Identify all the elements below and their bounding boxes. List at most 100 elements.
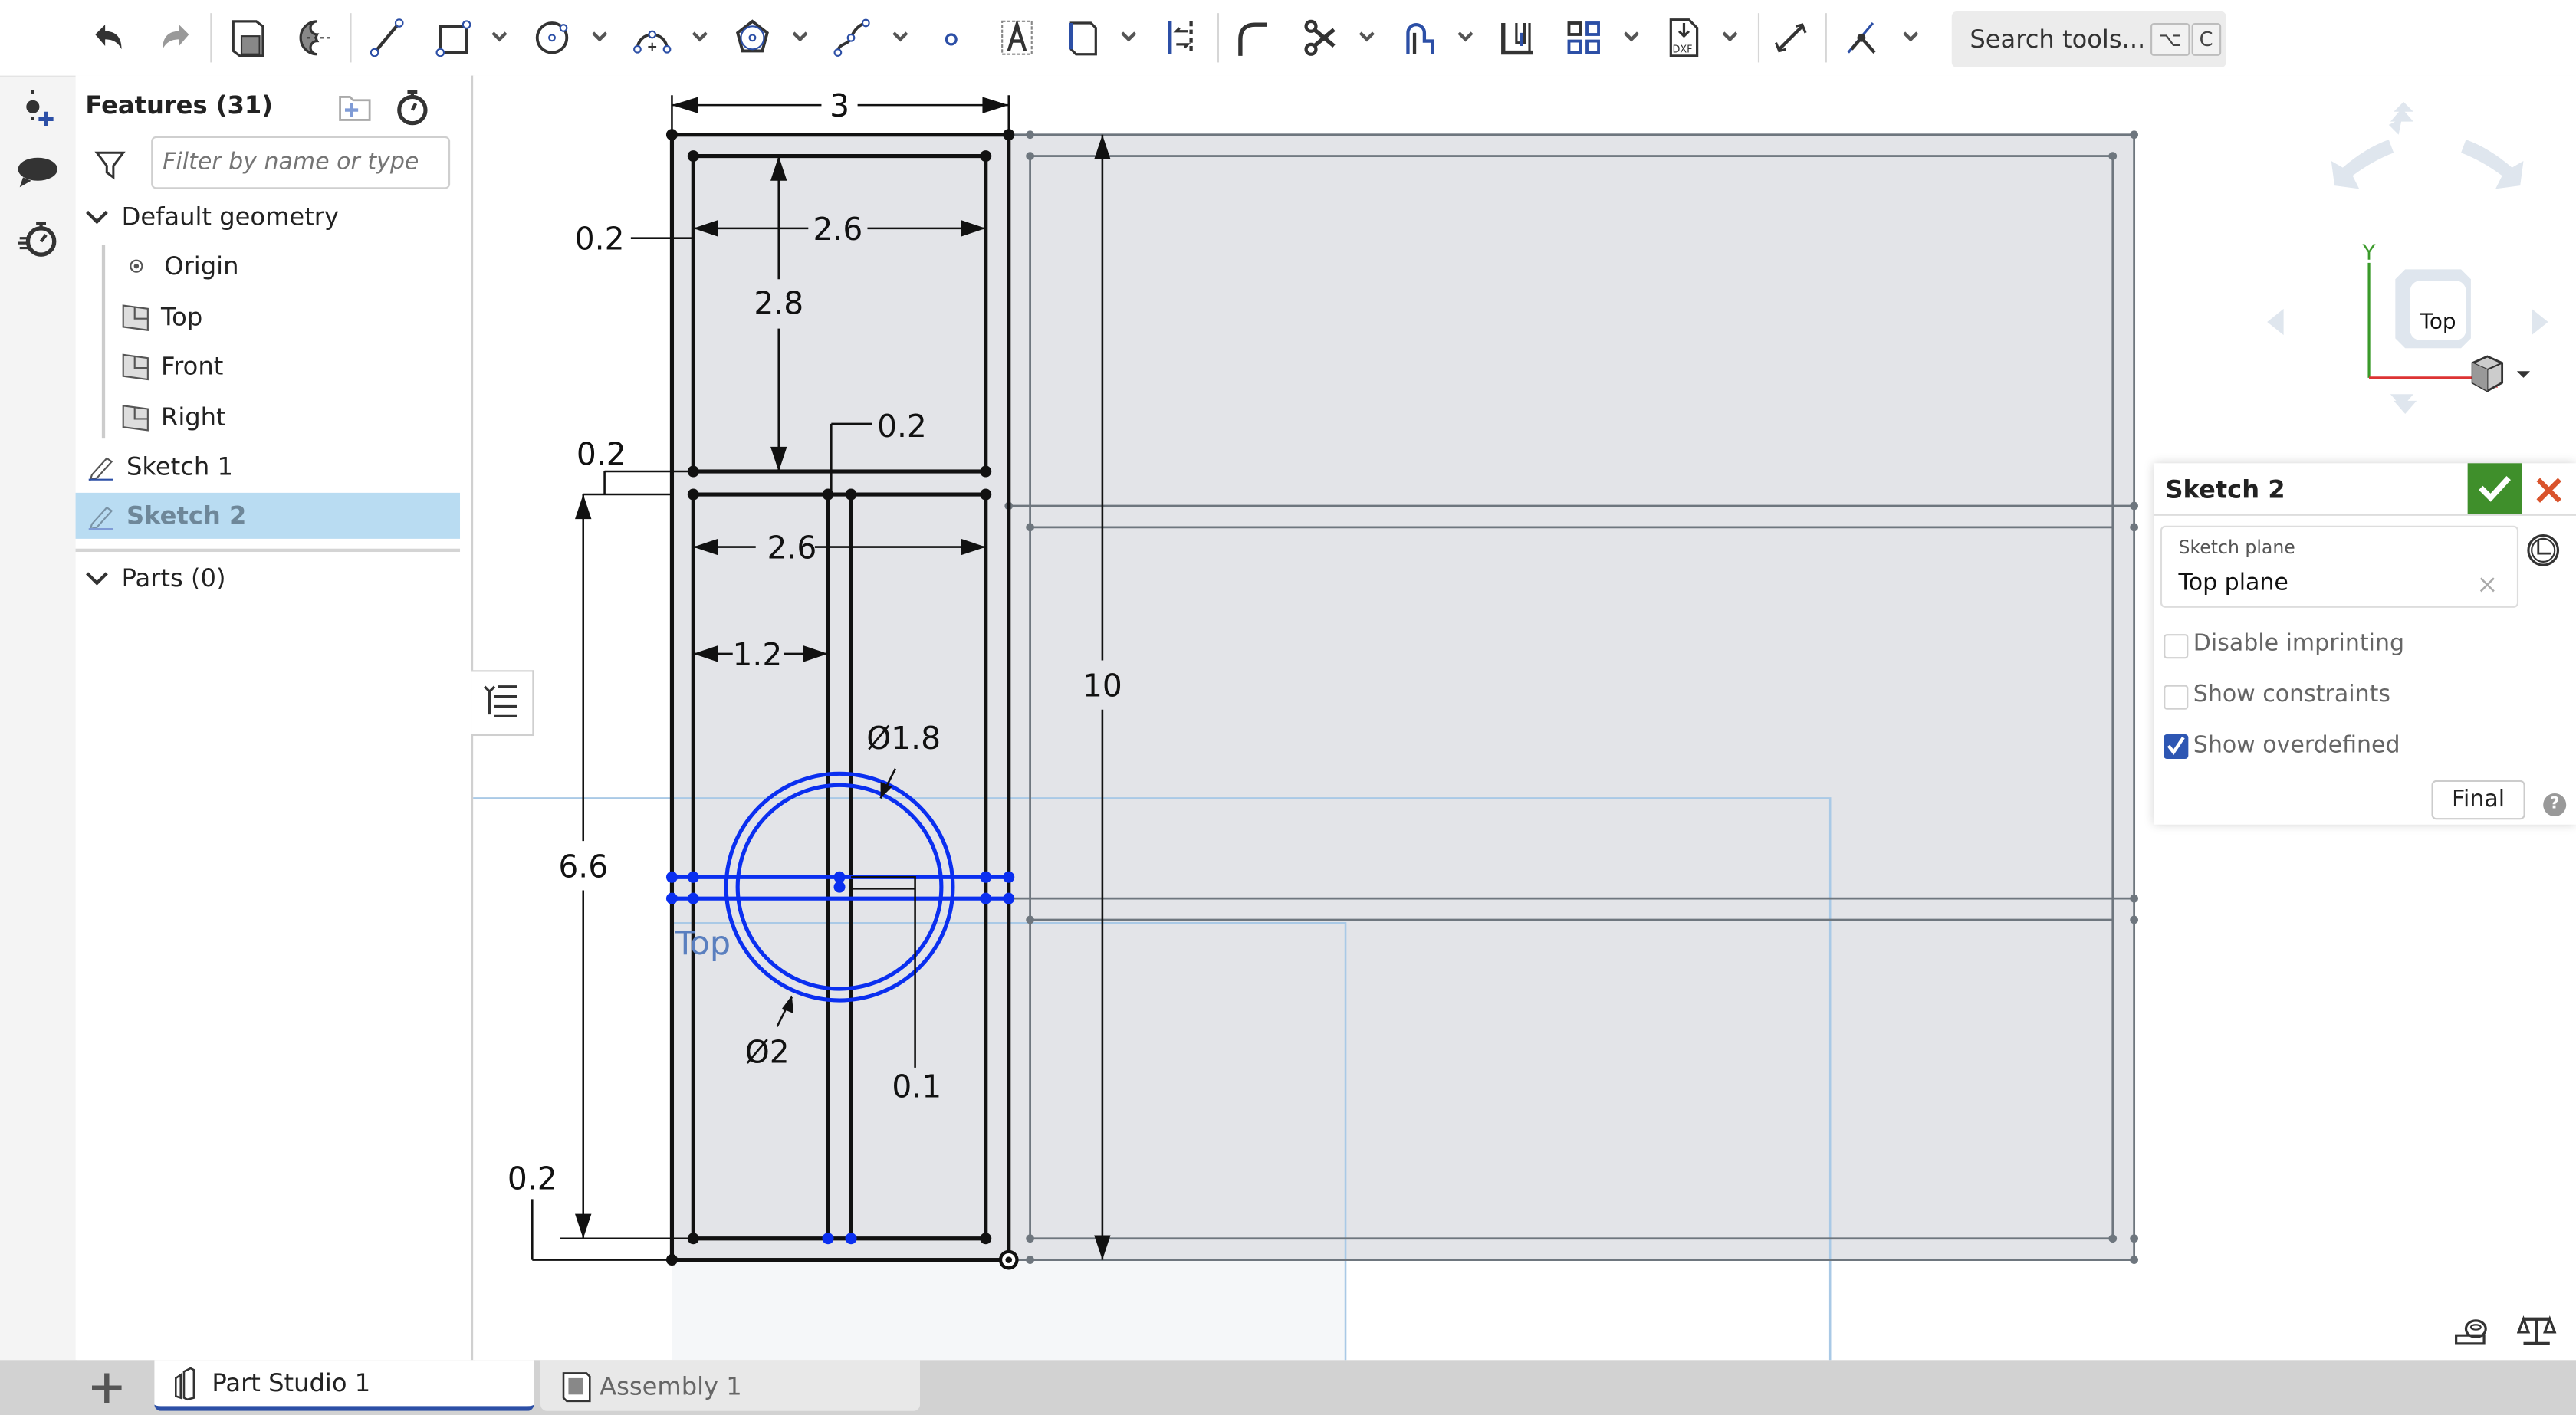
insert-mate-connector-button[interactable] bbox=[13, 85, 62, 134]
history-icon[interactable] bbox=[2525, 532, 2561, 568]
dialog-divider bbox=[2154, 514, 2576, 516]
rectangle-tool-button[interactable] bbox=[430, 13, 476, 62]
chevron-down-icon[interactable] bbox=[85, 570, 108, 586]
default-geometry-group[interactable]: Default geometry bbox=[76, 194, 460, 240]
rollback-timer-button[interactable] bbox=[13, 214, 62, 263]
filter-button[interactable] bbox=[94, 148, 127, 181]
construction-tool-button[interactable] bbox=[1060, 13, 1106, 62]
default-geometry-label: Default geometry bbox=[121, 202, 340, 232]
toolbar-divider bbox=[1825, 13, 1827, 63]
mirror-icon bbox=[1168, 21, 1193, 54]
part-studio-button[interactable] bbox=[225, 13, 271, 62]
mass-properties-button[interactable] bbox=[2516, 1312, 2557, 1348]
arc-tool-button[interactable] bbox=[629, 13, 675, 62]
tree-item-sketch-1[interactable]: Sketch 1 bbox=[76, 444, 460, 490]
chevron-down-icon[interactable] bbox=[1357, 26, 1377, 46]
parts-group[interactable]: Parts (0) bbox=[76, 555, 460, 601]
tab-label: Part Studio 1 bbox=[212, 1368, 371, 1398]
rotate-down-arrow[interactable] bbox=[2394, 400, 2417, 415]
feature-panel-toggle[interactable] bbox=[472, 670, 534, 737]
redo-button[interactable] bbox=[153, 13, 199, 62]
dim-outer-width[interactable]: 3 bbox=[830, 87, 849, 124]
chevron-down-icon[interactable] bbox=[1901, 26, 1921, 46]
mate-connector-add-icon bbox=[26, 90, 54, 127]
accept-button[interactable] bbox=[2467, 463, 2522, 514]
cancel-button[interactable] bbox=[2528, 467, 2571, 513]
comments-button[interactable] bbox=[13, 148, 62, 197]
chevron-down-icon[interactable] bbox=[490, 26, 510, 46]
dim-inner-height-top[interactable]: 2.8 bbox=[754, 284, 803, 321]
tree-item-top-plane[interactable]: Top bbox=[76, 294, 460, 340]
chevron-down-icon[interactable] bbox=[1622, 26, 1641, 46]
use-tool-button[interactable] bbox=[1495, 13, 1541, 62]
chevron-down-icon[interactable] bbox=[1119, 26, 1138, 46]
chevron-down-icon[interactable] bbox=[1456, 26, 1476, 46]
dim-inner-width-mid[interactable]: 2.6 bbox=[767, 530, 817, 566]
dim-gap-mid[interactable]: 0.2 bbox=[577, 435, 626, 472]
origin-marker[interactable] bbox=[998, 1249, 1019, 1270]
show-constraints-checkbox[interactable] bbox=[2164, 685, 2189, 710]
chevron-down-icon[interactable] bbox=[790, 26, 810, 46]
undo-button[interactable] bbox=[85, 13, 131, 62]
dim-inner-diameter[interactable]: Ø1.8 bbox=[866, 720, 941, 757]
fillet-tool-button[interactable] bbox=[1230, 13, 1276, 62]
shortcut-key-option: ⌥ bbox=[2150, 23, 2190, 56]
dim-outer-diameter[interactable]: Ø2 bbox=[745, 1033, 790, 1070]
dim-wall-left[interactable]: 0.2 bbox=[575, 221, 625, 258]
dim-overall-height[interactable]: 10 bbox=[1083, 668, 1122, 704]
measure-button[interactable] bbox=[2451, 1315, 2490, 1348]
add-folder-button[interactable] bbox=[335, 89, 374, 125]
dim-line-offset[interactable]: 0.1 bbox=[892, 1068, 941, 1105]
clear-field-icon[interactable] bbox=[2479, 576, 2496, 593]
tree-item-front-plane[interactable]: Front bbox=[76, 343, 460, 389]
sketch-region-fill bbox=[672, 134, 1009, 1260]
line-tool-button[interactable] bbox=[365, 13, 411, 62]
chevron-down-icon[interactable] bbox=[590, 26, 610, 46]
toolbar-divider bbox=[1217, 13, 1220, 63]
trim-tool-button[interactable] bbox=[1296, 13, 1342, 62]
tab-part-studio-1[interactable]: Part Studio 1 bbox=[154, 1360, 534, 1411]
tab-assembly-1[interactable]: Assembly 1 bbox=[540, 1360, 921, 1411]
dim-bottom-wall[interactable]: 0.2 bbox=[508, 1160, 557, 1197]
view-options-dropdown[interactable] bbox=[2468, 355, 2534, 394]
toolbar-divider bbox=[210, 13, 212, 63]
circle-tool-button[interactable] bbox=[529, 13, 575, 62]
offset-tool-button[interactable] bbox=[1396, 13, 1442, 62]
dimension-tool-button[interactable] bbox=[1768, 13, 1814, 62]
revolve-button[interactable] bbox=[291, 13, 337, 62]
text-tool-button[interactable] bbox=[994, 13, 1040, 62]
tree-item-label: Right bbox=[161, 402, 226, 432]
dim-slot-offset[interactable]: 1.2 bbox=[733, 636, 783, 673]
polygon-tool-button[interactable] bbox=[729, 13, 775, 62]
tree-item-sketch-2[interactable]: Sketch 2 bbox=[75, 492, 461, 539]
tree-item-right-plane[interactable]: Right bbox=[76, 394, 460, 440]
dim-slot-width[interactable]: 0.2 bbox=[877, 408, 927, 445]
dim-lower-height[interactable]: 6.6 bbox=[558, 848, 608, 885]
add-tab-button[interactable] bbox=[89, 1370, 125, 1406]
pattern-tool-button[interactable] bbox=[1561, 13, 1607, 62]
point-tool-button[interactable] bbox=[928, 13, 974, 62]
filter-input[interactable] bbox=[151, 136, 451, 189]
tree-item-origin[interactable]: Origin bbox=[76, 243, 460, 289]
chevron-down-icon[interactable] bbox=[890, 26, 910, 46]
sketch-plane-field[interactable]: Sketch plane Top plane bbox=[2160, 525, 2519, 608]
sketch-icon bbox=[88, 506, 113, 530]
spline-tool-button[interactable] bbox=[830, 13, 876, 62]
chevron-down-icon[interactable] bbox=[85, 208, 108, 225]
constraint-tool-button[interactable] bbox=[1838, 13, 1884, 62]
sketch-dialog: Sketch 2 Sketch plane Top plane Disable … bbox=[2154, 463, 2576, 825]
mirror-tool-button[interactable] bbox=[1158, 13, 1204, 62]
dim-inner-width-top[interactable]: 2.6 bbox=[813, 211, 863, 248]
disable-imprinting-checkbox[interactable] bbox=[2164, 634, 2189, 659]
search-tools-button[interactable]: Search tools... ⌥ C bbox=[1951, 11, 2226, 67]
undo-icon bbox=[95, 25, 122, 50]
tape-measure-icon bbox=[2455, 1319, 2487, 1345]
help-icon[interactable]: ? bbox=[2543, 793, 2567, 817]
rollback-button[interactable] bbox=[393, 87, 432, 126]
show-overdefined-checkbox[interactable] bbox=[2164, 734, 2189, 760]
final-button[interactable]: Final bbox=[2431, 780, 2525, 820]
toolbar-divider bbox=[350, 13, 352, 63]
chevron-down-icon[interactable] bbox=[1720, 26, 1740, 46]
chevron-down-icon[interactable] bbox=[690, 26, 710, 46]
dxf-import-button[interactable]: DXF bbox=[1661, 13, 1707, 62]
